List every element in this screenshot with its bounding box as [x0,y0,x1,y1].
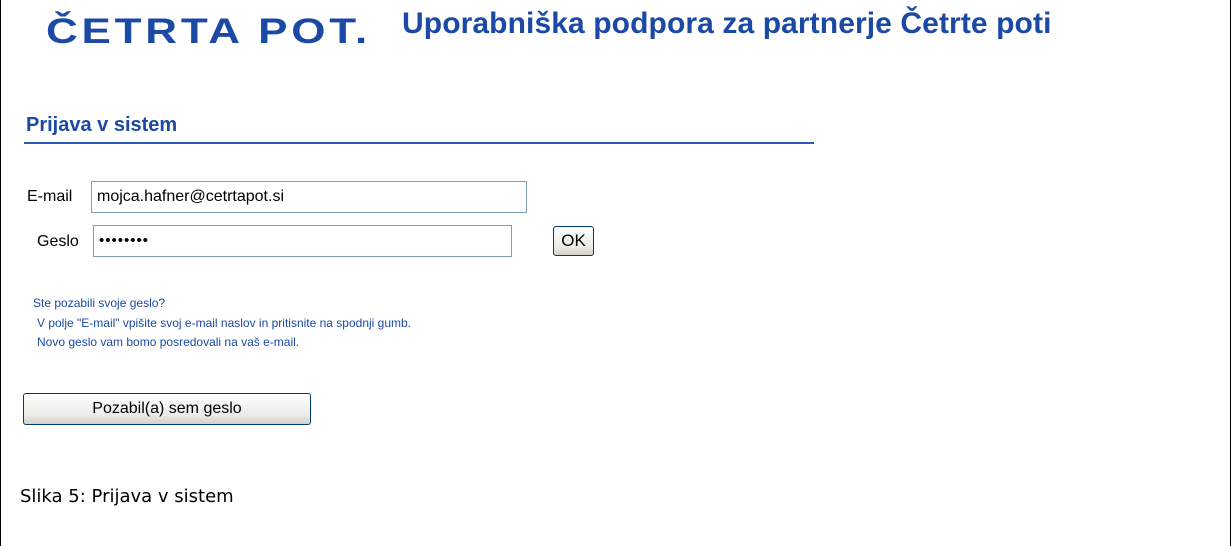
figure-caption: Slika 5: Prijava v sistem [20,486,234,507]
section-divider [24,142,814,144]
figure-frame [0,0,1231,546]
page-title: Uporabniška podpora za partnerje Četrte … [402,7,1052,40]
password-label: Geslo [37,233,79,250]
login-section-title: Prijava v sistem [26,114,178,136]
forgot-password-instruction: V polje "E-mail" vpišite svoj e-mail nas… [37,316,412,330]
ok-button[interactable]: OK [553,226,594,256]
forgot-password-button[interactable]: Pozabil(a) sem geslo [23,393,311,425]
forgot-password-question: Ste pozabili svoje geslo? [33,296,166,310]
logo-text: ČETRTA POT. [46,11,371,50]
password-field[interactable]: •••••••• [93,225,512,257]
email-field[interactable]: mojca.hafner@cetrtapot.si [91,181,527,213]
forgot-password-info: Novo geslo vam bomo posredovali na vaš e… [37,335,300,349]
email-label: E-mail [27,188,73,205]
cetrta-pot-logo: ČETRTA POT. [46,11,371,50]
